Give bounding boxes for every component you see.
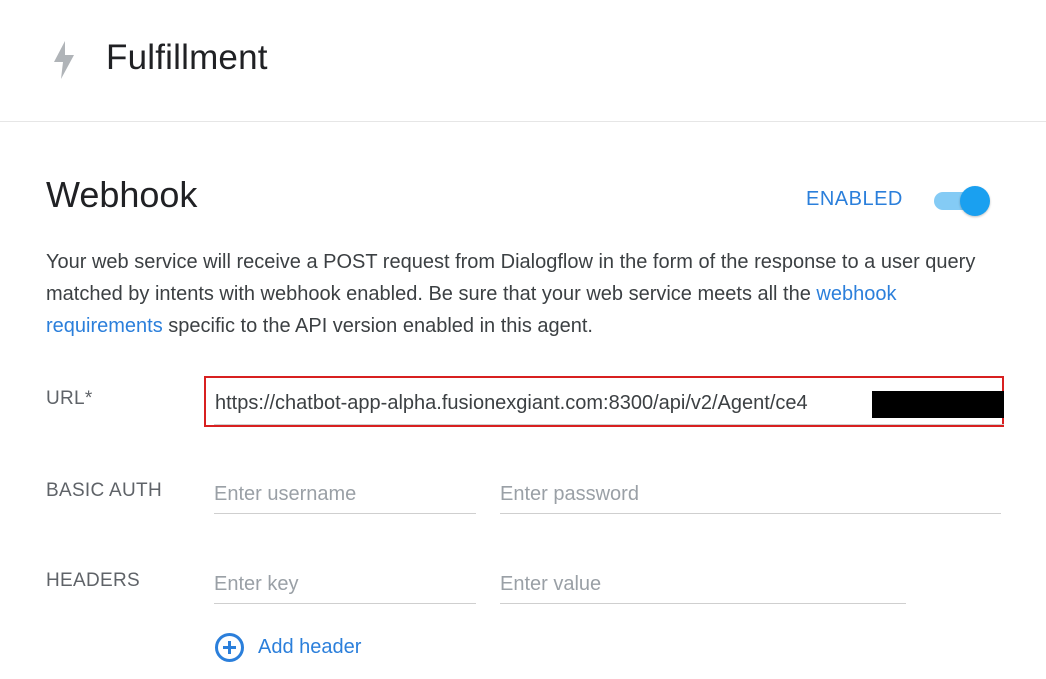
webhook-description: Your web service will receive a POST req… bbox=[46, 246, 1006, 342]
description-text-2: specific to the API version enabled in t… bbox=[162, 315, 593, 337]
lightning-bolt-icon bbox=[54, 41, 74, 79]
enabled-status-label[interactable]: ENABLED bbox=[806, 188, 903, 211]
page-title: Fulfillment bbox=[106, 38, 268, 77]
header-key-input[interactable] bbox=[214, 572, 476, 604]
username-input[interactable] bbox=[214, 482, 476, 514]
password-input[interactable] bbox=[500, 482, 1001, 514]
headers-label: HEADERS bbox=[46, 570, 140, 591]
url-input[interactable]: https://chatbot-app-alpha.fusionexgiant.… bbox=[215, 392, 808, 415]
webhook-enabled-toggle[interactable] bbox=[932, 186, 990, 216]
basic-auth-label: BASIC AUTH bbox=[46, 480, 162, 501]
plus-circle-icon bbox=[215, 633, 244, 662]
url-highlight-box: https://chatbot-app-alpha.fusionexgiant.… bbox=[204, 376, 1004, 427]
toggle-thumb bbox=[960, 186, 990, 216]
header-value-input[interactable] bbox=[500, 572, 906, 604]
page-header: Fulfillment bbox=[0, 0, 1046, 122]
url-underline bbox=[214, 424, 1004, 425]
webhook-title: Webhook bbox=[46, 174, 198, 215]
url-label: URL* bbox=[46, 388, 93, 409]
add-header-label: Add header bbox=[258, 636, 362, 658]
redaction-box bbox=[872, 391, 1004, 418]
